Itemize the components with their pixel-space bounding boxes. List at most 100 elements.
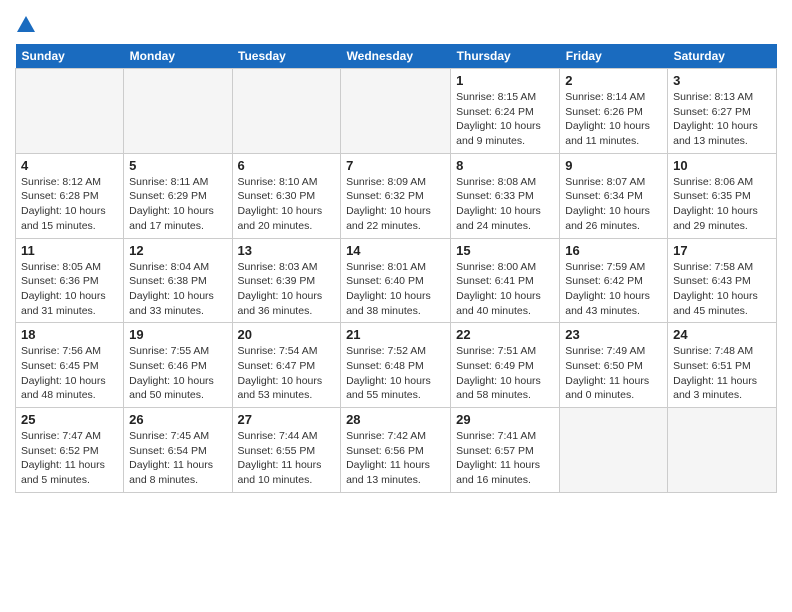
logo bbox=[15, 14, 41, 36]
calendar-cell: 16 Sunrise: 7:59 AM Sunset: 6:42 PM Dayli… bbox=[560, 238, 668, 323]
day-info: Sunrise: 8:13 AM Sunset: 6:27 PM Dayligh… bbox=[673, 90, 771, 149]
day-info: Sunrise: 7:52 AM Sunset: 6:48 PM Dayligh… bbox=[346, 344, 445, 403]
day-number: 14 bbox=[346, 243, 445, 258]
calendar-cell bbox=[232, 69, 341, 154]
day-number: 27 bbox=[238, 412, 336, 427]
calendar-cell: 27 Sunrise: 7:44 AM Sunset: 6:55 PM Dayli… bbox=[232, 408, 341, 493]
day-info: Sunrise: 8:08 AM Sunset: 6:33 PM Dayligh… bbox=[456, 175, 554, 234]
day-number: 24 bbox=[673, 327, 771, 342]
day-info: Sunrise: 7:59 AM Sunset: 6:42 PM Dayligh… bbox=[565, 260, 662, 319]
day-number: 22 bbox=[456, 327, 554, 342]
day-number: 4 bbox=[21, 158, 118, 173]
day-number: 1 bbox=[456, 73, 554, 88]
calendar-cell: 13 Sunrise: 8:03 AM Sunset: 6:39 PM Dayli… bbox=[232, 238, 341, 323]
calendar-cell: 5Sunrise: 8:11 AM Sunset: 6:29 PM Daylig… bbox=[124, 153, 232, 238]
day-info: Sunrise: 8:01 AM Sunset: 6:40 PM Dayligh… bbox=[346, 260, 445, 319]
day-info: Sunrise: 7:42 AM Sunset: 6:56 PM Dayligh… bbox=[346, 429, 445, 488]
calendar-cell: 14 Sunrise: 8:01 AM Sunset: 6:40 PM Dayli… bbox=[341, 238, 451, 323]
day-info: Sunrise: 8:10 AM Sunset: 6:30 PM Dayligh… bbox=[238, 175, 336, 234]
day-info: Sunrise: 7:45 AM Sunset: 6:54 PM Dayligh… bbox=[129, 429, 226, 488]
day-info: Sunrise: 7:55 AM Sunset: 6:46 PM Dayligh… bbox=[129, 344, 226, 403]
weekday-header-row: SundayMondayTuesdayWednesdayThursdayFrid… bbox=[16, 44, 777, 69]
calendar-cell bbox=[560, 408, 668, 493]
day-info: Sunrise: 8:03 AM Sunset: 6:39 PM Dayligh… bbox=[238, 260, 336, 319]
day-info: Sunrise: 7:44 AM Sunset: 6:55 PM Dayligh… bbox=[238, 429, 336, 488]
calendar-cell: 28 Sunrise: 7:42 AM Sunset: 6:56 PM Dayli… bbox=[341, 408, 451, 493]
day-info: Sunrise: 8:04 AM Sunset: 6:38 PM Dayligh… bbox=[129, 260, 226, 319]
calendar-cell: 15 Sunrise: 8:00 AM Sunset: 6:41 PM Dayli… bbox=[451, 238, 560, 323]
calendar-cell: 17Sunrise: 7:58 AM Sunset: 6:43 PM Dayli… bbox=[668, 238, 777, 323]
day-number: 7 bbox=[346, 158, 445, 173]
calendar-cell bbox=[124, 69, 232, 154]
day-info: Sunrise: 8:09 AM Sunset: 6:32 PM Dayligh… bbox=[346, 175, 445, 234]
day-info: Sunrise: 7:51 AM Sunset: 6:49 PM Dayligh… bbox=[456, 344, 554, 403]
day-info: Sunrise: 7:49 AM Sunset: 6:50 PM Dayligh… bbox=[565, 344, 662, 403]
day-number: 19 bbox=[129, 327, 226, 342]
calendar-table: SundayMondayTuesdayWednesdayThursdayFrid… bbox=[15, 44, 777, 493]
calendar-cell: 26Sunrise: 7:45 AM Sunset: 6:54 PM Dayli… bbox=[124, 408, 232, 493]
day-number: 6 bbox=[238, 158, 336, 173]
day-number: 15 bbox=[456, 243, 554, 258]
day-number: 9 bbox=[565, 158, 662, 173]
calendar-cell: 1 Sunrise: 8:15 AM Sunset: 6:24 PM Daylig… bbox=[451, 69, 560, 154]
day-number: 29 bbox=[456, 412, 554, 427]
calendar-cell: 12 Sunrise: 8:04 AM Sunset: 6:38 PM Dayli… bbox=[124, 238, 232, 323]
day-number: 18 bbox=[21, 327, 118, 342]
day-number: 11 bbox=[21, 243, 118, 258]
page-header bbox=[15, 10, 777, 36]
day-number: 23 bbox=[565, 327, 662, 342]
calendar-cell: 8 Sunrise: 8:08 AM Sunset: 6:33 PM Daylig… bbox=[451, 153, 560, 238]
weekday-header: Friday bbox=[560, 44, 668, 69]
calendar-cell: 21 Sunrise: 7:52 AM Sunset: 6:48 PM Dayli… bbox=[341, 323, 451, 408]
weekday-header: Sunday bbox=[16, 44, 124, 69]
calendar-week-row: 18 Sunrise: 7:56 AM Sunset: 6:45 PM Dayli… bbox=[16, 323, 777, 408]
calendar-cell: 19 Sunrise: 7:55 AM Sunset: 6:46 PM Dayli… bbox=[124, 323, 232, 408]
day-number: 13 bbox=[238, 243, 336, 258]
calendar-cell: 25Sunrise: 7:47 AM Sunset: 6:52 PM Dayli… bbox=[16, 408, 124, 493]
calendar-cell: 24 Sunrise: 7:48 AM Sunset: 6:51 PM Dayli… bbox=[668, 323, 777, 408]
calendar-week-row: 11 Sunrise: 8:05 AM Sunset: 6:36 PM Dayli… bbox=[16, 238, 777, 323]
day-info: Sunrise: 8:11 AM Sunset: 6:29 PM Dayligh… bbox=[129, 175, 226, 234]
weekday-header: Wednesday bbox=[341, 44, 451, 69]
day-info: Sunrise: 8:14 AM Sunset: 6:26 PM Dayligh… bbox=[565, 90, 662, 149]
day-number: 2 bbox=[565, 73, 662, 88]
calendar-cell bbox=[16, 69, 124, 154]
day-info: Sunrise: 8:00 AM Sunset: 6:41 PM Dayligh… bbox=[456, 260, 554, 319]
calendar-cell: 18 Sunrise: 7:56 AM Sunset: 6:45 PM Dayli… bbox=[16, 323, 124, 408]
day-info: Sunrise: 7:56 AM Sunset: 6:45 PM Dayligh… bbox=[21, 344, 118, 403]
weekday-header: Tuesday bbox=[232, 44, 341, 69]
calendar-week-row: 1 Sunrise: 8:15 AM Sunset: 6:24 PM Daylig… bbox=[16, 69, 777, 154]
calendar-cell: 6 Sunrise: 8:10 AM Sunset: 6:30 PM Daylig… bbox=[232, 153, 341, 238]
day-number: 3 bbox=[673, 73, 771, 88]
calendar-cell bbox=[668, 408, 777, 493]
day-number: 16 bbox=[565, 243, 662, 258]
calendar-cell: 29 Sunrise: 7:41 AM Sunset: 6:57 PM Dayli… bbox=[451, 408, 560, 493]
day-info: Sunrise: 8:07 AM Sunset: 6:34 PM Dayligh… bbox=[565, 175, 662, 234]
day-number: 21 bbox=[346, 327, 445, 342]
day-info: Sunrise: 7:54 AM Sunset: 6:47 PM Dayligh… bbox=[238, 344, 336, 403]
calendar-cell: 4 Sunrise: 8:12 AM Sunset: 6:28 PM Daylig… bbox=[16, 153, 124, 238]
calendar-cell: 23 Sunrise: 7:49 AM Sunset: 6:50 PM Dayli… bbox=[560, 323, 668, 408]
day-number: 8 bbox=[456, 158, 554, 173]
calendar-cell: 9 Sunrise: 8:07 AM Sunset: 6:34 PM Daylig… bbox=[560, 153, 668, 238]
calendar-week-row: 4 Sunrise: 8:12 AM Sunset: 6:28 PM Daylig… bbox=[16, 153, 777, 238]
day-info: Sunrise: 8:05 AM Sunset: 6:36 PM Dayligh… bbox=[21, 260, 118, 319]
day-number: 17 bbox=[673, 243, 771, 258]
calendar-cell: 7 Sunrise: 8:09 AM Sunset: 6:32 PM Daylig… bbox=[341, 153, 451, 238]
day-info: Sunrise: 7:41 AM Sunset: 6:57 PM Dayligh… bbox=[456, 429, 554, 488]
day-number: 28 bbox=[346, 412, 445, 427]
day-info: Sunrise: 8:12 AM Sunset: 6:28 PM Dayligh… bbox=[21, 175, 118, 234]
day-number: 10 bbox=[673, 158, 771, 173]
logo-icon bbox=[15, 14, 37, 36]
calendar-cell: 11 Sunrise: 8:05 AM Sunset: 6:36 PM Dayli… bbox=[16, 238, 124, 323]
day-info: Sunrise: 7:47 AM Sunset: 6:52 PM Dayligh… bbox=[21, 429, 118, 488]
calendar-cell: 3 Sunrise: 8:13 AM Sunset: 6:27 PM Daylig… bbox=[668, 69, 777, 154]
day-info: Sunrise: 8:15 AM Sunset: 6:24 PM Dayligh… bbox=[456, 90, 554, 149]
day-number: 20 bbox=[238, 327, 336, 342]
day-info: Sunrise: 7:48 AM Sunset: 6:51 PM Dayligh… bbox=[673, 344, 771, 403]
day-info: Sunrise: 8:06 AM Sunset: 6:35 PM Dayligh… bbox=[673, 175, 771, 234]
weekday-header: Saturday bbox=[668, 44, 777, 69]
calendar-cell bbox=[341, 69, 451, 154]
weekday-header: Monday bbox=[124, 44, 232, 69]
day-number: 12 bbox=[129, 243, 226, 258]
